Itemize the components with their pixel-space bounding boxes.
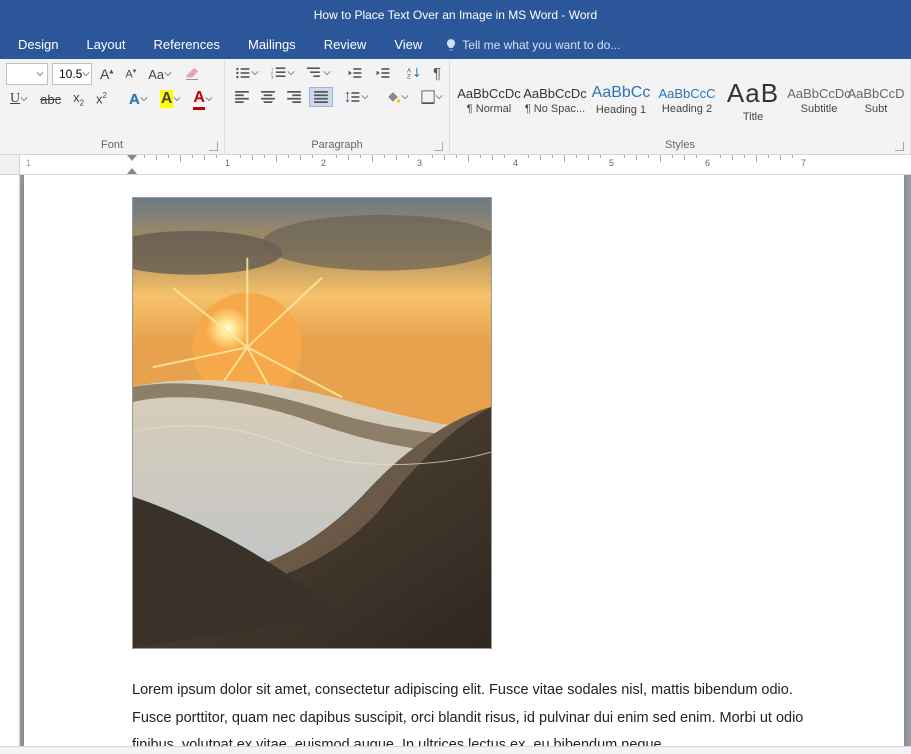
borders-icon	[421, 90, 435, 104]
align-right-button[interactable]	[283, 87, 305, 107]
horizontal-ruler[interactable]: 11234567	[0, 155, 911, 175]
numbering-icon: 123	[271, 66, 287, 80]
decrease-indent-button[interactable]	[343, 63, 367, 83]
sort-button[interactable]: AZ	[403, 63, 425, 83]
multilevel-icon	[307, 66, 323, 80]
title-bar: How to Place Text Over an Image in MS Wo…	[0, 0, 911, 30]
document-area: Lorem ipsum dolor sit amet, consectetur …	[0, 175, 911, 746]
indent-icon	[375, 66, 391, 80]
window-title: How to Place Text Over an Image in MS Wo…	[314, 8, 597, 22]
align-left-button[interactable]	[231, 87, 253, 107]
styles-group: AaBbCcDc¶ Normal AaBbCcDc¶ No Spac... Aa…	[450, 59, 911, 154]
line-spacing-button[interactable]	[341, 87, 373, 107]
shrink-font-button[interactable]: A▾	[121, 64, 140, 84]
sort-icon: AZ	[407, 66, 421, 80]
font-group: 10.5 A▴ A▾ Aa U abc x2 x2 A A A	[0, 59, 225, 154]
style-title[interactable]: AaBTitle	[720, 70, 786, 130]
tab-layout[interactable]: Layout	[72, 30, 139, 59]
text-effects-button[interactable]: A	[125, 89, 152, 109]
superscript-button[interactable]: x2	[92, 89, 111, 109]
styles-gallery: AaBbCcDc¶ Normal AaBbCcDc¶ No Spac... Aa…	[456, 70, 904, 130]
font-size-dropdown[interactable]: 10.5	[52, 63, 92, 85]
justify-button[interactable]	[309, 87, 333, 107]
font-size-value: 10.5	[59, 67, 82, 81]
paragraph-group-label: Paragraph	[231, 137, 443, 154]
paint-bucket-icon	[385, 90, 401, 104]
bullets-button[interactable]	[231, 63, 263, 83]
font-dialog-launcher[interactable]	[209, 142, 218, 151]
paragraph-dialog-launcher[interactable]	[434, 142, 443, 151]
tab-references[interactable]: References	[140, 30, 234, 59]
document-body-text[interactable]: Lorem ipsum dolor sit amet, consectetur …	[132, 677, 834, 746]
style-subtle[interactable]: AaBbCcDSubt	[852, 70, 900, 130]
lightbulb-icon	[444, 38, 458, 52]
increase-indent-button[interactable]	[371, 63, 395, 83]
paragraph-group: 123 AZ ¶ Paragraph	[225, 59, 450, 154]
line-spacing-icon	[345, 90, 361, 104]
show-hide-button[interactable]: ¶	[429, 63, 445, 83]
style-no-spacing[interactable]: AaBbCcDc¶ No Spac...	[522, 70, 588, 130]
align-center-button[interactable]	[257, 87, 279, 107]
document-image[interactable]	[132, 197, 492, 649]
svg-text:3: 3	[271, 75, 274, 80]
tab-review[interactable]: Review	[310, 30, 381, 59]
outdent-icon	[347, 66, 363, 80]
subscript-button[interactable]: x2	[69, 89, 88, 109]
tab-mailings[interactable]: Mailings	[234, 30, 310, 59]
shading-button[interactable]	[381, 87, 413, 107]
style-heading-2[interactable]: AaBbCcCHeading 2	[654, 70, 720, 130]
strikethrough-button[interactable]: abc	[36, 89, 65, 109]
vertical-ruler[interactable]	[0, 175, 20, 746]
clear-formatting-button[interactable]	[180, 64, 204, 84]
page[interactable]: Lorem ipsum dolor sit amet, consectetur …	[24, 175, 904, 746]
style-normal[interactable]: AaBbCcDc¶ Normal	[456, 70, 522, 130]
multilevel-list-button[interactable]	[303, 63, 335, 83]
borders-button[interactable]	[417, 87, 447, 107]
status-bar	[0, 746, 911, 754]
style-subtitle[interactable]: AaBbCcDcSubtitle	[786, 70, 852, 130]
style-heading-1[interactable]: AaBbCcHeading 1	[588, 70, 654, 130]
tab-design[interactable]: Design	[4, 30, 72, 59]
ribbon-tabs: Design Layout References Mailings Review…	[0, 30, 911, 59]
underline-button[interactable]: U	[6, 89, 32, 109]
svg-text:Z: Z	[407, 74, 411, 80]
highlight-color-button[interactable]: A	[156, 89, 186, 109]
styles-group-label: Styles	[456, 137, 904, 154]
bullets-icon	[235, 66, 251, 80]
numbering-button[interactable]: 123	[267, 63, 299, 83]
font-name-dropdown[interactable]	[6, 63, 48, 85]
font-group-label: Font	[6, 137, 218, 154]
tell-me-placeholder: Tell me what you want to do...	[462, 38, 620, 52]
eraser-icon	[184, 66, 200, 82]
styles-dialog-launcher[interactable]	[895, 142, 904, 151]
tell-me-search[interactable]: Tell me what you want to do...	[444, 38, 620, 52]
font-color-button[interactable]: A	[189, 89, 217, 109]
change-case-button[interactable]: Aa	[144, 64, 176, 84]
grow-font-button[interactable]: A▴	[96, 64, 117, 84]
ribbon: 10.5 A▴ A▾ Aa U abc x2 x2 A A A	[0, 59, 911, 155]
tab-view[interactable]: View	[380, 30, 436, 59]
